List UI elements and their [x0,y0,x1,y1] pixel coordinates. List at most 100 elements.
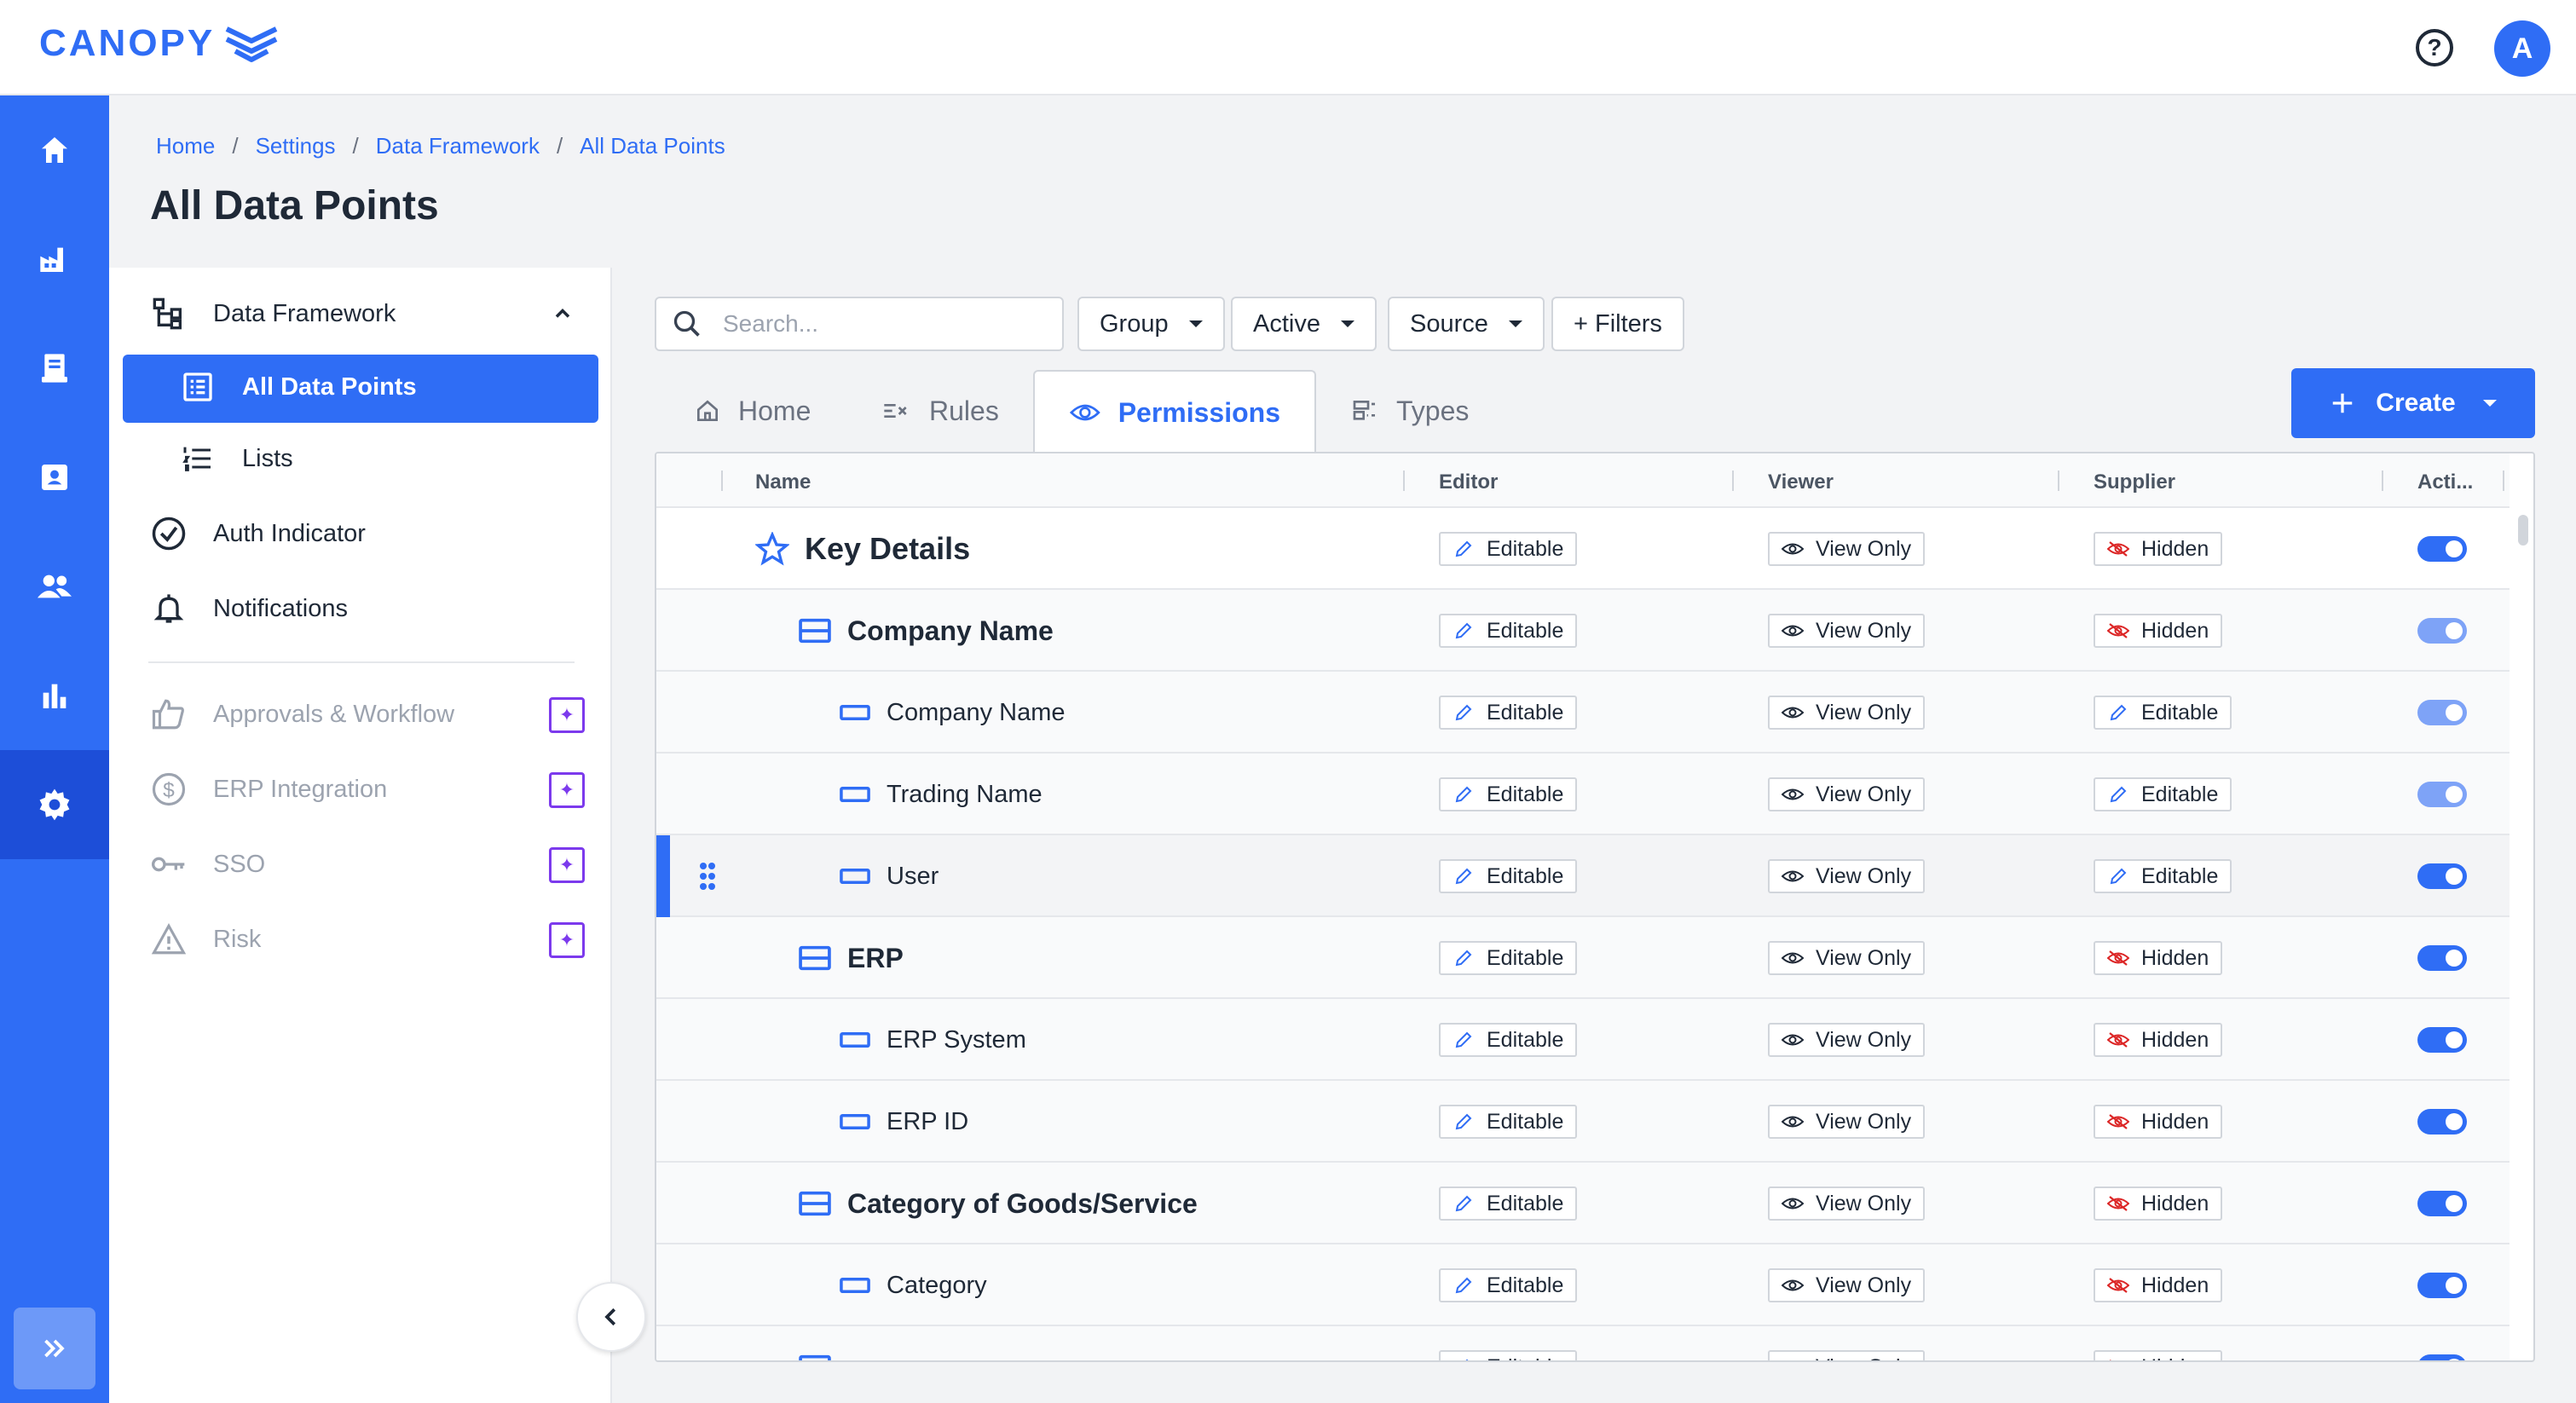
table-scrollbar[interactable] [2518,515,2528,546]
breadcrumb-home[interactable]: Home [156,133,215,159]
table-row[interactable]: Company Name Editable View Only Hidden [656,590,2510,672]
active-toggle[interactable] [2417,536,2467,562]
table-row[interactable]: ERP Editable View Only Hidden [656,917,2510,999]
subnav-item-risk[interactable]: Risk [150,921,261,958]
editor-permission-pill[interactable]: Editable [1439,696,1578,730]
viewer-permission-pill[interactable]: View Only [1768,1023,1926,1057]
supplier-permission-pill[interactable]: Hidden [2094,1186,2223,1221]
tab-rules[interactable]: Rules [847,370,1033,452]
breadcrumb-settings[interactable]: Settings [256,133,336,159]
subnav-section-data-framework[interactable]: Data Framework [150,295,585,332]
editor-permission-pill[interactable]: Editable [1439,532,1578,566]
table-row[interactable]: Category of Goods/Service Editable View On… [656,1163,2510,1244]
help-icon[interactable]: ? [2416,29,2453,66]
nav-settings[interactable] [0,750,109,859]
supplier-permission-pill[interactable]: Hidden [2094,1023,2223,1057]
editor-permission-pill[interactable]: Editable [1439,614,1578,648]
editor-permission-pill[interactable]: Editable [1439,1350,1578,1360]
sparkle-upgrade-icon[interactable]: ✦ [549,772,585,808]
expand-nav-button[interactable] [14,1308,95,1389]
supplier-permission-pill[interactable]: Hidden [2094,941,2223,975]
subnav-item-notifications[interactable]: Notifications [150,590,348,627]
supplier-permission-pill[interactable]: Hidden [2094,614,2223,648]
column-header-editor[interactable]: Editor [1439,471,1498,494]
column-header-name[interactable]: Name [755,471,811,494]
tab-home[interactable]: Home [660,370,845,452]
source-filter-dropdown[interactable]: Source [1388,297,1545,351]
editor-permission-pill[interactable]: Editable [1439,941,1578,975]
tab-permissions[interactable]: Permissions [1033,370,1316,453]
nav-home[interactable] [0,95,109,205]
sparkle-upgrade-icon[interactable]: ✦ [549,922,585,958]
viewer-permission-pill[interactable]: View Only [1768,1105,1926,1139]
active-filter-dropdown[interactable]: Active [1231,297,1377,351]
active-toggle[interactable] [2417,1109,2467,1135]
supplier-permission-pill[interactable]: Editable [2094,696,2232,730]
active-toggle[interactable] [2417,1354,2467,1360]
viewer-permission-pill[interactable]: View Only [1768,859,1926,893]
active-toggle[interactable] [2417,1273,2467,1298]
viewer-permission-pill[interactable]: View Only [1768,777,1926,811]
nav-reports[interactable] [0,641,109,750]
viewer-permission-pill[interactable]: View Only [1768,696,1926,730]
column-header-viewer[interactable]: Viewer [1768,471,1834,494]
table-row[interactable]: User Editable View Only Editable [656,835,2510,917]
collapse-subnav-button[interactable] [576,1282,646,1352]
table-row[interactable]: ERP ID Editable View Only Hidden [656,1081,2510,1163]
subnav-item-lists[interactable]: Lists [179,440,293,477]
supplier-permission-pill[interactable]: Editable [2094,859,2232,893]
supplier-permission-pill[interactable]: Hidden [2094,1350,2223,1360]
nav-documents[interactable] [0,314,109,423]
supplier-permission-pill[interactable]: Hidden [2094,1268,2223,1302]
viewer-permission-pill[interactable]: View Only [1768,614,1926,648]
nav-users[interactable] [0,532,109,641]
nav-suppliers[interactable] [0,205,109,314]
subnav-item-approvals-workflow[interactable]: Approvals & Workflow [150,696,454,733]
subnav-item-auth-indicator[interactable]: Auth Indicator [150,515,366,552]
active-toggle[interactable] [2417,1191,2467,1216]
active-toggle[interactable] [2417,1027,2467,1053]
search-input[interactable]: Search... [655,297,1064,351]
subnav-item-erp-integration[interactable]: $ ERP Integration [150,771,387,808]
breadcrumb-all-data-points[interactable]: All Data Points [580,133,725,159]
viewer-permission-pill[interactable]: View Only [1768,1186,1926,1221]
active-toggle[interactable] [2417,782,2467,807]
editor-permission-pill[interactable]: Editable [1439,1186,1578,1221]
viewer-permission-pill[interactable]: View Only [1768,1350,1926,1360]
nav-contacts[interactable] [0,423,109,532]
more-filters-button[interactable]: + Filters [1551,297,1684,351]
logo[interactable]: CANOPY [39,22,280,65]
editor-permission-pill[interactable]: Editable [1439,1023,1578,1057]
drag-handle-icon[interactable] [699,861,716,892]
viewer-permission-pill[interactable]: View Only [1768,1268,1926,1302]
editor-permission-pill[interactable]: Editable [1439,777,1578,811]
subnav-item-sso[interactable]: SSO [150,846,265,883]
column-header-supplier[interactable]: Supplier [2094,471,2175,494]
table-row[interactable]: Category Editable View Only Hidden [656,1244,2510,1326]
column-header-active[interactable]: Acti... [2417,471,2473,494]
viewer-permission-pill[interactable]: View Only [1768,941,1926,975]
avatar[interactable]: A [2494,20,2550,77]
supplier-permission-pill[interactable]: Editable [2094,777,2232,811]
table-row[interactable]: Key Details Editable View Only Hidden [656,508,2510,590]
editor-permission-pill[interactable]: Editable [1439,1105,1578,1139]
sparkle-upgrade-icon[interactable]: ✦ [549,847,585,883]
editor-permission-pill[interactable]: Editable [1439,1268,1578,1302]
supplier-permission-pill[interactable]: Hidden [2094,1105,2223,1139]
active-toggle[interactable] [2417,863,2467,889]
table-row[interactable]: Trading Name Editable View Only Editable [656,753,2510,835]
active-toggle[interactable] [2417,618,2467,644]
create-button[interactable]: Create [2291,368,2535,438]
group-filter-dropdown[interactable]: Group [1077,297,1225,351]
supplier-permission-pill[interactable]: Hidden [2094,532,2223,566]
breadcrumb-data-framework[interactable]: Data Framework [376,133,540,159]
table-row[interactable]: Editable View Only Hidden [656,1326,2510,1360]
table-row[interactable]: ERP System Editable View Only Hidden [656,999,2510,1081]
editor-permission-pill[interactable]: Editable [1439,859,1578,893]
tab-types[interactable]: Types [1316,370,1503,452]
active-toggle[interactable] [2417,700,2467,725]
table-row[interactable]: Company Name Editable View Only Editable [656,672,2510,753]
active-toggle[interactable] [2417,945,2467,971]
viewer-permission-pill[interactable]: View Only [1768,532,1926,566]
sparkle-upgrade-icon[interactable]: ✦ [549,697,585,733]
